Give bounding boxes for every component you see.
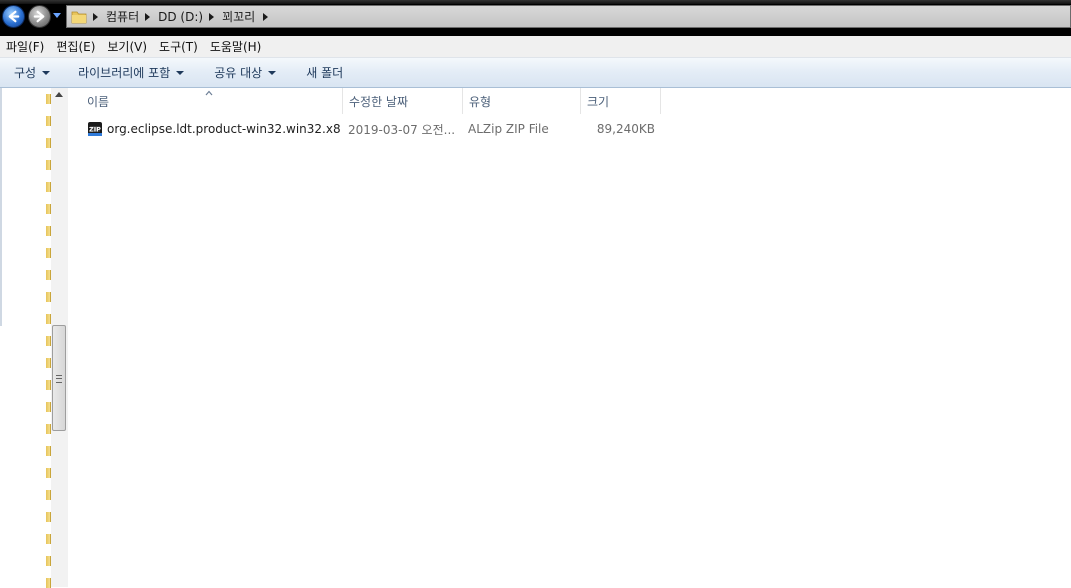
window-top-strip: [0, 0, 1071, 4]
breadcrumb-separator[interactable]: [263, 12, 269, 21]
navigation-pane[interactable]: [0, 88, 68, 588]
column-header-date-label: 수정한 날짜: [349, 94, 409, 109]
menu-view[interactable]: 보기(V): [101, 38, 153, 55]
include-in-library-button[interactable]: 라이브러리에 포함: [78, 64, 185, 81]
file-name-cell[interactable]: ZIP org.eclipse.ldt.product-win32.win32.…: [87, 118, 341, 140]
scroll-up-arrow-icon[interactable]: [55, 92, 63, 97]
menu-bar: 파일(F) 편집(E) 보기(V) 도구(T) 도움말(H): [0, 36, 1071, 58]
file-date-cell: 2019-03-07 오전...: [348, 118, 462, 140]
file-size: 89,240KB: [596, 122, 655, 136]
column-header-type-label: 유형: [469, 94, 492, 109]
zip-file-icon: ZIP: [88, 122, 102, 136]
chevron-down-icon: [176, 70, 185, 75]
menu-file[interactable]: 파일(F): [0, 38, 50, 55]
arrow-right-icon: [33, 10, 45, 23]
column-header-size-label: 크기: [587, 94, 610, 109]
breadcrumb-separator[interactable]: [209, 12, 215, 21]
share-with-button[interactable]: 공유 대상: [214, 64, 277, 81]
organize-label: 구성: [14, 66, 37, 80]
recent-pages-dropdown[interactable]: [53, 13, 61, 18]
file-date: 2019-03-07 오전...: [348, 122, 456, 137]
column-header-date-modified[interactable]: 수정한 날짜: [343, 88, 463, 114]
file-size-cell: 89,240KB: [581, 118, 655, 140]
scrollbar-thumb[interactable]: [52, 325, 66, 431]
chevron-down-icon: [268, 70, 277, 75]
breadcrumb-separator[interactable]: [93, 12, 98, 21]
breadcrumb-current-folder[interactable]: 꾀꼬리: [222, 8, 255, 25]
nav-pane-scrollbar[interactable]: [51, 88, 68, 587]
breadcrumb-computer[interactable]: 컴퓨터: [106, 8, 139, 25]
menu-edit[interactable]: 편집(E): [50, 38, 101, 55]
folder-icon: [71, 11, 87, 23]
share-with-label: 공유 대상: [214, 66, 263, 80]
nav-pane-edge: [0, 88, 2, 326]
new-folder-button[interactable]: 새 폴더: [306, 64, 343, 81]
svg-text:ZIP: ZIP: [89, 126, 101, 134]
title-bar: 컴퓨터 DD (D:) 꾀꼬리: [0, 0, 1071, 36]
chevron-down-icon: [42, 70, 51, 75]
breadcrumb-drive[interactable]: DD (D:): [158, 10, 203, 24]
sort-ascending-icon: [205, 90, 213, 96]
breadcrumb-separator[interactable]: [145, 12, 151, 21]
new-folder-label: 새 폴더: [306, 66, 344, 80]
arrow-left-icon: [8, 10, 20, 23]
column-header-type[interactable]: 유형: [463, 88, 581, 114]
column-header-size[interactable]: 크기: [581, 88, 661, 114]
menu-tools[interactable]: 도구(T): [153, 38, 204, 55]
file-type-cell: ALZip ZIP File: [468, 118, 580, 140]
file-type: ALZip ZIP File: [468, 122, 549, 136]
back-button[interactable]: [2, 5, 25, 28]
address-bar[interactable]: 컴퓨터 DD (D:) 꾀꼬리: [66, 5, 1071, 28]
file-name: org.eclipse.ldt.product-win32.win32.x86.…: [107, 122, 341, 136]
menu-help[interactable]: 도움말(H): [204, 38, 268, 55]
command-bar: 구성 라이브러리에 포함 공유 대상 새 폴더: [0, 58, 1071, 88]
table-row[interactable]: ZIP org.eclipse.ldt.product-win32.win32.…: [69, 118, 669, 140]
file-list[interactable]: 이름 수정한 날짜 유형 크기 ZIP org.eclipse.ldt.prod…: [69, 88, 1071, 587]
grip-icon: [56, 375, 62, 383]
forward-button[interactable]: [28, 5, 51, 28]
column-headers: 이름 수정한 날짜 유형 크기: [69, 88, 669, 114]
column-header-name-label: 이름: [87, 94, 110, 109]
include-in-library-label: 라이브러리에 포함: [78, 66, 171, 80]
organize-button[interactable]: 구성: [14, 64, 51, 81]
